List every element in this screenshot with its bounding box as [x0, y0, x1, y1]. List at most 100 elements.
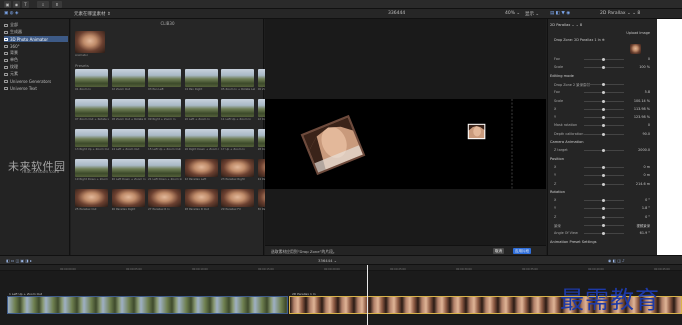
preset-thumbnail[interactable]: [111, 69, 145, 87]
preset-thumbnail[interactable]: [148, 129, 181, 147]
parameter-value[interactable]: 视频景深: [636, 223, 650, 228]
inspector-parameter-row[interactable]: Y 0 m: [554, 173, 654, 178]
timeline-view-icon[interactable]: ◉ ◧ ◫ ♪: [608, 258, 625, 263]
drop-zone-field[interactable]: Drop Zone: 2D Parallax 1 In ⊕: [554, 38, 654, 43]
parameter-slider[interactable]: [584, 224, 624, 227]
inspector-parameter-row[interactable]: 景深 视频景深: [554, 223, 654, 228]
inspector-parameter-row[interactable]: Y 1.8 °: [554, 206, 654, 211]
parameter-slider[interactable]: [584, 207, 624, 211]
parameter-slider[interactable]: [584, 107, 624, 111]
slider-knob[interactable]: [602, 174, 605, 178]
photos-icon[interactable]: ◉: [13, 1, 20, 8]
animator-thumbnail[interactable]: [75, 31, 105, 53]
slider-knob[interactable]: [602, 215, 605, 219]
slider-knob[interactable]: [602, 199, 605, 203]
inspector-parameter-row[interactable]: Scale 100 %: [554, 65, 654, 70]
sidebar-item-elements[interactable]: 元素: [4, 71, 68, 77]
parameter-slider[interactable]: [584, 124, 624, 128]
parameter-value[interactable]: 0 °: [645, 215, 650, 219]
parameter-value[interactable]: 0 m: [643, 165, 650, 169]
preset-thumbnail[interactable]: [111, 159, 145, 177]
parameter-value[interactable]: 113.98 %: [634, 107, 650, 111]
preset-thumbnail[interactable]: [221, 159, 254, 177]
view-menu[interactable]: 显示 ⌄: [525, 11, 539, 17]
inspector-parameter-row[interactable]: Fov 0: [554, 57, 654, 62]
sidebar-item-textures[interactable]: 纹理: [4, 64, 68, 70]
sidebar-item-universe-generators[interactable]: Universe Generators: [4, 78, 68, 84]
sidebar-item-backgrounds[interactable]: 背景: [4, 50, 68, 56]
parameter-value[interactable]: 100 %: [639, 65, 650, 69]
slider-knob[interactable]: [602, 124, 605, 128]
parameter-slider[interactable]: [584, 182, 624, 186]
preset-thumbnail[interactable]: [184, 129, 218, 147]
inspector-parameter-row[interactable]: Z 0 °: [554, 215, 654, 220]
titles-icon[interactable]: T: [22, 1, 29, 8]
preset-thumbnail[interactable]: [148, 159, 181, 177]
parameter-value[interactable]: 5.8: [645, 90, 650, 94]
slider-knob[interactable]: [602, 132, 605, 136]
slider-knob[interactable]: [602, 107, 605, 111]
slider-knob[interactable]: [602, 165, 605, 169]
parameter-value[interactable]: 2000.0: [638, 148, 650, 152]
preset-thumbnail[interactable]: [221, 69, 254, 87]
slider-knob[interactable]: [602, 224, 605, 227]
slider-knob[interactable]: [602, 91, 605, 95]
preset-thumbnail[interactable]: [148, 99, 181, 117]
slider-knob[interactable]: [602, 116, 605, 120]
timeline-clip-landscape[interactable]: [7, 296, 288, 314]
library-icons[interactable]: ▣ ◍ ◈: [4, 11, 19, 16]
parameter-value[interactable]: 0 m: [643, 173, 650, 177]
share-button[interactable]: ⬆: [52, 1, 62, 8]
parameter-value[interactable]: 0: [648, 57, 650, 61]
inspector-tabs-icon[interactable]: ▤ ◧ ▼ ◉: [550, 11, 570, 16]
inspector-parameter-row[interactable]: X 113.98 %: [554, 107, 654, 112]
slider-knob[interactable]: [602, 82, 605, 86]
inspector-parameter-row[interactable]: Fov 5.8: [554, 90, 654, 95]
preset-thumbnail[interactable]: [221, 129, 254, 147]
zoom-select[interactable]: 40% ⌄: [505, 11, 520, 16]
slider-knob[interactable]: [602, 207, 605, 211]
inspector-parameter-row[interactable]: Scale 100.14 %: [554, 99, 654, 104]
viewer-canvas[interactable]: [265, 99, 546, 189]
inspector-parameter-row[interactable]: Z target 2000.0: [554, 148, 654, 153]
parameter-value[interactable]: 123.98 %: [634, 115, 650, 119]
slider-knob[interactable]: [602, 58, 605, 61]
preset-thumbnail[interactable]: [111, 129, 145, 147]
parameter-value[interactable]: 214.6 m: [636, 182, 650, 186]
drop-zone-thumbnail[interactable]: [630, 44, 641, 54]
sidebar-item-360[interactable]: 360°: [4, 43, 68, 49]
timeline-timecode[interactable]: 336444 ⌄: [318, 258, 337, 263]
parameter-value[interactable]: 1.8 °: [642, 206, 650, 210]
sidebar-item-3d-photo-animator[interactable]: 3D Photo Animator: [4, 36, 68, 42]
parameter-slider[interactable]: [584, 149, 624, 153]
preset-thumbnail[interactable]: [111, 99, 145, 117]
parameter-slider[interactable]: [584, 116, 624, 120]
parameter-value[interactable]: 0 °: [645, 198, 650, 202]
parameter-value[interactable]: 100.14 %: [634, 99, 650, 103]
slider-knob[interactable]: [602, 99, 605, 103]
preset-thumbnail[interactable]: [184, 159, 218, 177]
parameter-value[interactable]: 0: [648, 123, 650, 127]
library-icon[interactable]: ▣: [4, 1, 11, 8]
parameter-value[interactable]: 61.9 °: [640, 231, 650, 235]
parameter-slider[interactable]: [584, 132, 624, 136]
inspector-parameter-row[interactable]: X 0 °: [554, 198, 654, 203]
parameter-slider[interactable]: [584, 215, 624, 219]
browser-title[interactable]: 元素在哪里素材 ⇕: [74, 11, 111, 17]
parameter-slider[interactable]: [584, 82, 624, 86]
inspector-parameter-row[interactable]: Mask rotation 0: [554, 123, 654, 128]
parameter-value[interactable]: 90.0: [642, 132, 650, 136]
slider-knob[interactable]: [602, 232, 605, 236]
preset-thumbnail[interactable]: [148, 69, 181, 87]
parameter-slider[interactable]: [584, 199, 624, 203]
slider-knob[interactable]: [602, 66, 605, 70]
playhead[interactable]: [367, 265, 368, 325]
preset-thumbnail[interactable]: [75, 69, 108, 87]
preset-thumbnail[interactable]: [184, 69, 218, 87]
preset-thumbnail[interactable]: [75, 159, 108, 177]
preset-thumbnail[interactable]: [148, 189, 181, 207]
preset-thumbnail[interactable]: [184, 189, 218, 207]
cancel-button[interactable]: 取消: [493, 248, 504, 254]
parameter-slider[interactable]: [584, 58, 624, 61]
preset-thumbnail[interactable]: [221, 99, 254, 117]
